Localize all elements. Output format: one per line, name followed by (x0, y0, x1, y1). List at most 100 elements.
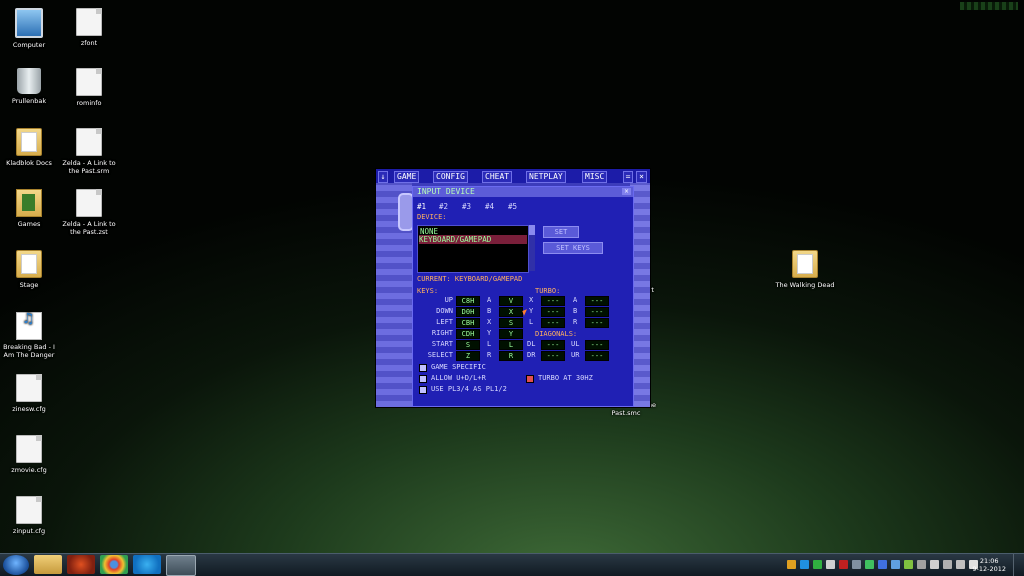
desktop-icon-computer[interactable]: Computer (0, 8, 60, 49)
turbo-label: TURBO: (535, 287, 561, 295)
menu-config[interactable]: CONFIG (433, 171, 468, 183)
tab-2[interactable]: #2 (439, 202, 448, 211)
power-icon[interactable] (943, 560, 952, 569)
desktop-icon-recycle-bin[interactable]: Prullenbak (0, 68, 60, 105)
file-icon (16, 374, 42, 402)
skype-icon[interactable] (133, 555, 161, 574)
set-button[interactable]: SET (543, 226, 579, 238)
show-desktop-button[interactable] (1013, 554, 1024, 576)
turbo-value-1[interactable]: --- (541, 307, 565, 317)
menu-cheat[interactable]: CHEAT (482, 171, 513, 183)
key-value-5[interactable]: Z (456, 351, 480, 361)
clock[interactable]: 21:06 9-12-2012 (972, 557, 1006, 573)
game-specific-checkbox[interactable] (419, 364, 427, 372)
close-icon[interactable]: × (636, 171, 647, 183)
tray-nvidia-icon[interactable] (865, 560, 874, 569)
device-option-keyboard[interactable]: KEYBOARD/GAMEPAD (419, 235, 527, 244)
desktop-icon-kladblok-docs[interactable]: Kladblok Docs (0, 128, 60, 167)
explorer-icon[interactable] (34, 555, 62, 574)
button-name-0: A (487, 296, 492, 304)
tray-skype-icon[interactable] (800, 560, 809, 569)
menu-netplay[interactable]: NETPLAY (526, 171, 566, 183)
dialog-close-icon[interactable]: × (622, 188, 631, 195)
tray-monitor-icon[interactable] (917, 560, 926, 569)
desktop-icon-stage[interactable]: Stage (0, 250, 60, 289)
button-value-2[interactable]: S (499, 318, 523, 328)
file-icon (76, 128, 102, 156)
key-name-2: LEFT (436, 318, 453, 326)
tray-red-icon[interactable] (839, 560, 848, 569)
menu-game[interactable]: GAME (394, 171, 420, 183)
turbo2-value-2[interactable]: --- (585, 318, 609, 328)
desktop-icon-rominfo[interactable]: rominfo (58, 68, 120, 107)
mp3-icon (16, 312, 42, 340)
key-value-1[interactable]: D0H (456, 307, 480, 317)
file-icon (16, 496, 42, 524)
tab-5[interactable]: #5 (508, 202, 517, 211)
button-value-5[interactable]: R (499, 351, 523, 361)
allow-opposite-checkbox[interactable] (419, 375, 427, 383)
partial-label-3: Past.smc (611, 409, 641, 417)
desktop-icon-zinesw[interactable]: zinesw.cfg (0, 374, 60, 413)
desktop-icon-zelda-srm[interactable]: Zelda - A Link to the Past.srm (58, 128, 120, 175)
desktop-icon-zmovie[interactable]: zmovie.cfg (0, 435, 60, 474)
diag-value-0[interactable]: --- (541, 340, 565, 350)
device-list[interactable]: NONE KEYBOARD/GAMEPAD (417, 225, 529, 273)
tab-4[interactable]: #4 (485, 202, 494, 211)
key-value-0[interactable]: C8H (456, 296, 480, 306)
turbo2-name-1: B (573, 307, 578, 315)
tray-green-icon[interactable] (813, 560, 822, 569)
button-value-1[interactable]: X (499, 307, 523, 317)
turbo-value-0[interactable]: --- (541, 296, 565, 306)
diag-value-1[interactable]: --- (541, 351, 565, 361)
key-value-4[interactable]: S (456, 340, 480, 350)
folder-icon (16, 250, 42, 278)
key-value-2[interactable]: CBH (456, 318, 480, 328)
diag2-value-1[interactable]: --- (585, 351, 609, 361)
diag2-value-0[interactable]: --- (585, 340, 609, 350)
tray-app-icon[interactable] (787, 560, 796, 569)
desktop-icon-zelda-zst[interactable]: Zelda - A Link to the Past.zst (58, 189, 120, 236)
turbo2-name-0: A (573, 296, 578, 304)
turbo2-value-0[interactable]: --- (585, 296, 609, 306)
tray-white-icon[interactable] (826, 560, 835, 569)
key-value-3[interactable]: CDH (456, 329, 480, 339)
tray-gray-icon[interactable] (852, 560, 861, 569)
tray-blue-icon[interactable] (891, 560, 900, 569)
arrow-down-icon[interactable]: ↓ (378, 171, 388, 183)
zsnes-window[interactable]: ↓ GAME CONFIG CHEAT NETPLAY MISC = × INP… (375, 168, 651, 408)
menu-misc[interactable]: MISC (582, 171, 608, 183)
turbo2-value-1[interactable]: --- (585, 307, 609, 317)
button-value-0[interactable]: V (499, 296, 523, 306)
ccleaner-icon[interactable] (67, 555, 95, 574)
folder-icon (792, 250, 818, 278)
diagonals-label: DIAGONALS: (535, 330, 578, 338)
bluetooth-icon[interactable] (878, 560, 887, 569)
input-device-dialog: INPUT DEVICE × #1 #2 #3 #4 #5 DEVICE: NO… (412, 186, 634, 407)
network-icon[interactable] (956, 560, 965, 569)
device-list-scrollbar[interactable] (529, 225, 535, 271)
start-button[interactable] (3, 555, 29, 575)
tab-1[interactable]: #1 (417, 202, 426, 211)
desktop-icon-walking-dead[interactable]: The Walking Dead (774, 250, 836, 289)
volume-icon[interactable] (930, 560, 939, 569)
turbo-30hz-label: TURBO AT 30HZ (538, 374, 593, 382)
minimize-icon[interactable]: = (623, 171, 633, 183)
zsnes-taskbar-icon[interactable] (166, 555, 196, 576)
desktop-icon-zfont[interactable]: zfont (58, 8, 120, 47)
tray-lime-icon[interactable] (904, 560, 913, 569)
button-value-4[interactable]: L (499, 340, 523, 350)
desktop-icon-games[interactable]: Games (0, 189, 60, 228)
dialog-title: INPUT DEVICE (417, 187, 475, 196)
turbo-value-2[interactable]: --- (541, 318, 565, 328)
use-pl34-checkbox[interactable] (419, 386, 427, 394)
turbo-name-0: X (529, 296, 534, 304)
tab-3[interactable]: #3 (462, 202, 471, 211)
desktop-icon-breaking-bad[interactable]: Breaking Bad - I Am The Danger (0, 312, 60, 359)
button-value-3[interactable]: Y (499, 329, 523, 339)
chrome-icon[interactable] (100, 555, 128, 574)
set-keys-button[interactable]: SET KEYS (543, 242, 603, 254)
turbo-30hz-checkbox[interactable] (526, 375, 534, 383)
desktop-icon-zinput[interactable]: zinput.cfg (0, 496, 60, 535)
allow-opposite-label: ALLOW U+D/L+R (431, 374, 486, 382)
